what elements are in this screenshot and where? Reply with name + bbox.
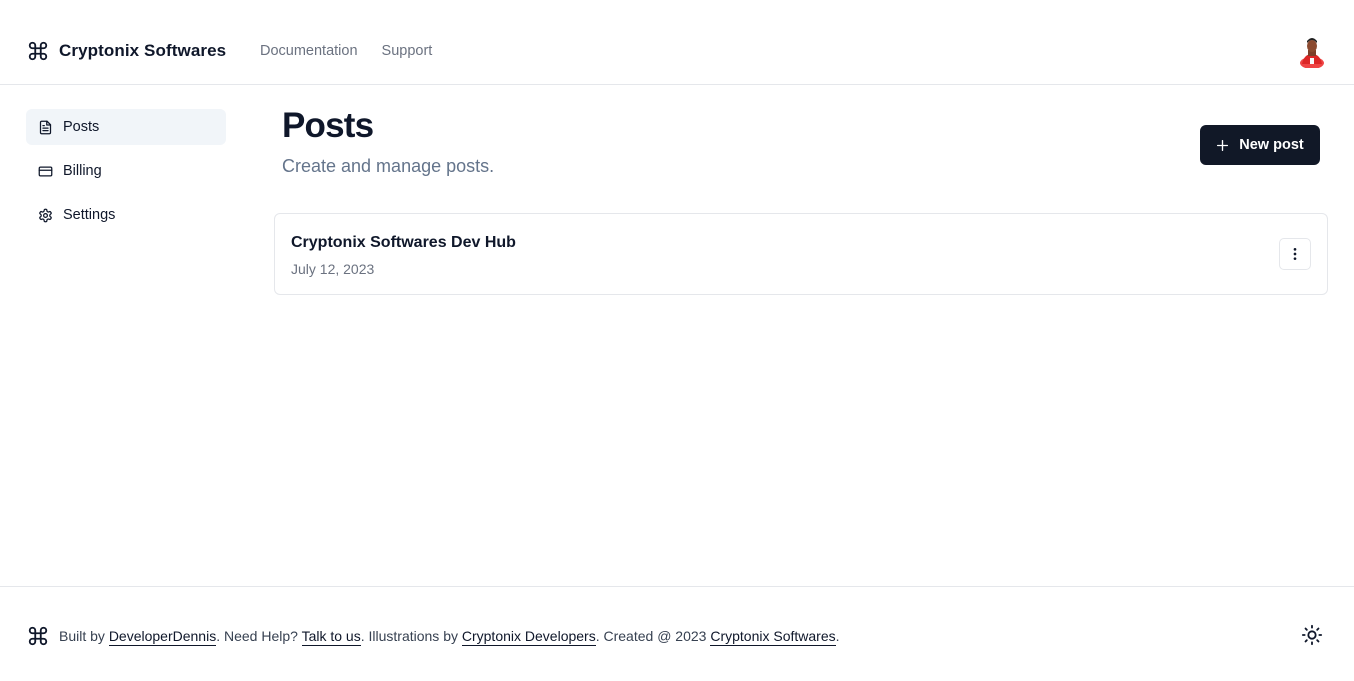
avatar-image	[1300, 38, 1324, 69]
app-root: Cryptonix Softwares Documentation Suppor…	[0, 0, 1354, 681]
footer-suffix: .	[835, 628, 840, 644]
footer-illus-link[interactable]: Cryptonix Developers	[461, 628, 596, 646]
new-post-label: New post	[1239, 137, 1304, 153]
sidebar-item-posts[interactable]: Posts	[26, 109, 226, 145]
footer-author-link[interactable]: DeveloperDennis	[108, 628, 217, 646]
sidebar-item-settings[interactable]: Settings	[26, 197, 226, 233]
site-header: Cryptonix Softwares Documentation Suppor…	[0, 0, 1354, 85]
sidebar-item-label: Settings	[63, 207, 116, 223]
footer-help-link[interactable]: Talk to us	[301, 628, 361, 646]
sidebar: Posts Billing Settings	[26, 109, 226, 241]
nav-support[interactable]: Support	[382, 43, 433, 59]
file-text-icon	[39, 120, 52, 134]
plus-icon	[1217, 139, 1229, 151]
sidebar-item-label: Posts	[63, 119, 100, 135]
footer-text: Built by DeveloperDennis. Need Help? Tal…	[59, 628, 840, 646]
theme-toggle-button[interactable]	[1301, 624, 1323, 646]
footer-credits: Built by DeveloperDennis. Need Help? Tal…	[27, 625, 840, 647]
footer-created-prefix: . Created @ 2023	[595, 628, 711, 644]
brand-name: Cryptonix Softwares	[59, 41, 227, 60]
post-title-link[interactable]: Cryptonix Softwares Dev Hub	[291, 234, 516, 252]
footer-illus-prefix: . Illustrations by	[360, 628, 462, 644]
footer-company-link[interactable]: Cryptonix Softwares	[710, 628, 836, 646]
sun-icon	[1301, 624, 1323, 646]
site-footer: Built by DeveloperDennis. Need Help? Tal…	[0, 586, 1354, 681]
page-subtitle: Create and manage posts.	[282, 156, 495, 176]
new-post-button[interactable]: New post	[1200, 125, 1320, 165]
command-icon	[28, 41, 48, 61]
footer-built-by: Built by	[59, 628, 109, 644]
credit-card-icon	[38, 166, 53, 176]
post-options-button[interactable]	[1279, 238, 1311, 270]
nav-documentation[interactable]: Documentation	[260, 43, 358, 59]
brand-link[interactable]: Cryptonix Softwares	[27, 40, 226, 62]
post-item: Cryptonix Softwares Dev Hub July 12, 202…	[274, 213, 1328, 295]
top-nav: Documentation Support	[260, 43, 432, 59]
command-icon	[28, 626, 48, 646]
sidebar-item-billing[interactable]: Billing	[26, 153, 226, 189]
post-date: July 12, 2023	[291, 261, 375, 277]
page-title: Posts	[282, 106, 374, 145]
more-vertical-icon	[1293, 248, 1297, 260]
sidebar-item-label: Billing	[63, 163, 102, 179]
user-avatar[interactable]	[1298, 36, 1326, 69]
footer-help-prefix: . Need Help?	[216, 628, 302, 644]
gear-icon	[39, 208, 52, 222]
